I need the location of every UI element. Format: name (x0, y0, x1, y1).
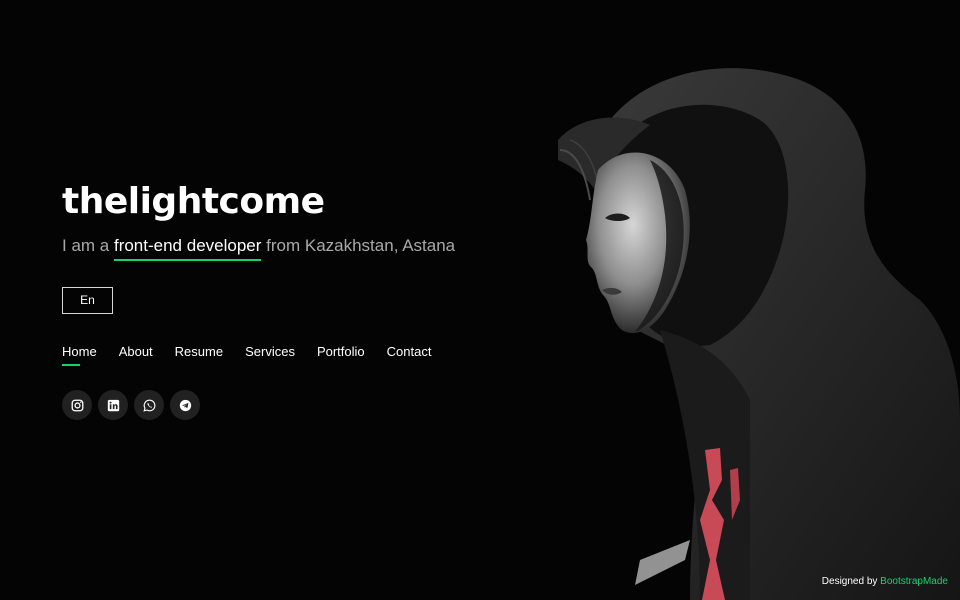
telegram-icon (179, 399, 191, 411)
main-nav: Home About Resume Services Portfolio Con… (62, 344, 582, 366)
credit-prefix: Designed by (821, 576, 881, 587)
nav-item-contact[interactable]: Contact (387, 344, 432, 366)
social-links (62, 390, 582, 420)
linkedin-icon (107, 399, 119, 411)
instagram-icon (71, 399, 83, 411)
hero-portrait-image (558, 68, 960, 600)
whatsapp-button[interactable] (134, 390, 164, 420)
hero-tagline: I am a front-end developer from Kazakhst… (62, 234, 582, 261)
language-button[interactable]: En (62, 287, 113, 314)
bootstrapmade-link[interactable]: BootstrapMade (880, 576, 948, 587)
nav-item-home[interactable]: Home (62, 344, 97, 366)
nav-item-resume[interactable]: Resume (175, 344, 223, 366)
tagline-prefix: I am a (62, 236, 114, 255)
hero-content: thelightcome I am a front-end developer … (62, 180, 582, 420)
nav-item-services[interactable]: Services (245, 344, 295, 366)
nav-item-portfolio[interactable]: Portfolio (317, 344, 365, 366)
telegram-button[interactable] (170, 390, 200, 420)
nav-item-about[interactable]: About (119, 344, 153, 366)
footer-credits: Designed by BootstrapMade (822, 576, 948, 587)
site-title: thelightcome (62, 181, 325, 222)
tagline-highlight: front-end developer (113, 237, 262, 261)
linkedin-button[interactable] (98, 390, 128, 420)
whatsapp-icon (142, 399, 155, 412)
instagram-button[interactable] (62, 390, 92, 420)
tagline-suffix: from Kazakhstan, Astana (261, 236, 456, 255)
